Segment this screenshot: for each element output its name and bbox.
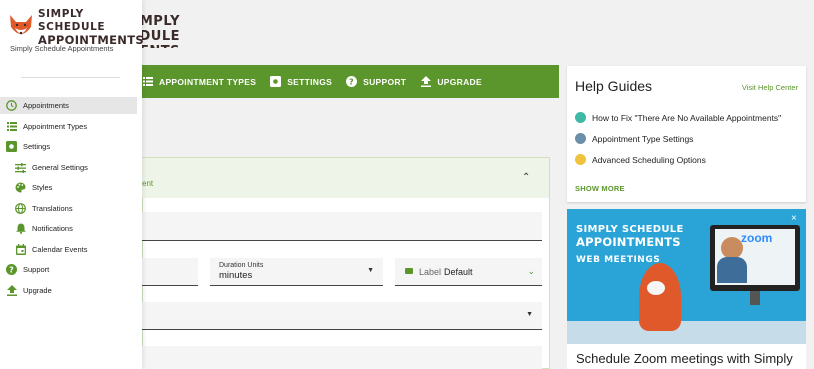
svg-text:?: ? <box>9 265 14 274</box>
nav-settings[interactable]: SETTINGS <box>264 65 340 98</box>
bell-icon <box>15 223 26 234</box>
label-field-value: Default <box>444 267 473 277</box>
guide-icon <box>575 112 586 123</box>
svg-text:?: ? <box>349 77 354 86</box>
sidebar-item-upgrade[interactable]: Upgrade <box>0 282 137 299</box>
visit-help-center-link[interactable]: Visit Help Center <box>742 83 798 92</box>
globe-icon <box>15 203 26 214</box>
sidebar-item-support[interactable]: ? Support <box>0 261 137 278</box>
nav-upgrade[interactable]: UPGRADE <box>414 65 490 98</box>
nav-appointment-types[interactable]: APPOINTMENT TYPES <box>142 65 264 98</box>
sidebar-item-label: Appointment Types <box>23 122 88 131</box>
list-icon <box>142 76 153 87</box>
top-navigation-bar: APPOINTMENT TYPES SETTINGS ? SUPPORT UPG… <box>142 65 559 98</box>
label-select[interactable]: Label Default ⌄ <box>395 258 542 286</box>
duration-units-label: Duration Units <box>219 262 264 269</box>
chevron-up-icon[interactable]: ⌃ <box>522 172 530 183</box>
panel-header-text: ent <box>142 179 154 188</box>
background-logo-fragment: SIMPLY SCHEDULEAPPOINTMENTS <box>142 14 180 48</box>
help-guide-item[interactable]: How to Fix "There Are No Available Appoi… <box>575 112 781 123</box>
person-head-illustration <box>721 237 743 259</box>
upload-icon <box>6 285 17 296</box>
settings-box-icon <box>270 76 282 87</box>
sidebar-divider <box>21 77 120 78</box>
help-guide-item[interactable]: Appointment Type Settings <box>575 133 693 144</box>
guide-icon <box>575 154 586 165</box>
sidebar-subtitle: Simply Schedule Appointments <box>10 44 114 53</box>
monitor-stand <box>750 291 760 305</box>
nav-support[interactable]: ? SUPPORT <box>340 65 414 98</box>
help-guide-label: How to Fix "There Are No Available Appoi… <box>592 112 782 123</box>
settings-box-icon <box>6 141 17 152</box>
sidebar-menu: SIMPLY SCHEDULE APPOINTMENTS Simply Sche… <box>0 0 144 369</box>
sidebar-item-label: Translations <box>32 204 73 213</box>
sliders-icon <box>15 162 26 173</box>
sidebar-item-notifications[interactable]: Notifications <box>0 220 137 237</box>
help-guides-title: Help Guides <box>575 78 653 94</box>
sidebar-item-label: Upgrade <box>23 286 52 295</box>
close-icon[interactable]: × <box>791 213 797 224</box>
text-field[interactable] <box>142 346 542 369</box>
calendar-icon <box>15 244 26 255</box>
text-field[interactable] <box>142 212 542 241</box>
promo-brand-line3: WEB MEETINGS <box>576 255 661 265</box>
palette-icon <box>15 182 26 193</box>
help-guide-item[interactable]: Advanced Scheduling Options <box>575 154 706 165</box>
help-guide-label: Appointment Type Settings <box>592 133 694 144</box>
label-field-label: Label <box>419 267 442 277</box>
clock-icon <box>6 100 17 111</box>
sidebar-brand: SIMPLY SCHEDULE APPOINTMENTS <box>38 8 144 47</box>
fox-mascot-illustration <box>639 263 681 331</box>
nav-label: SETTINGS <box>287 76 333 87</box>
sidebar-item-label: Calendar Events <box>32 245 88 254</box>
zoom-promo-card[interactable]: zoom SIMPLY SCHEDULE APPOINTMENTS WEB ME… <box>567 209 806 369</box>
help-guides-card: Help Guides Visit Help Center How to Fix… <box>567 66 806 202</box>
sidebar-item-general-settings[interactable]: General Settings <box>0 159 137 176</box>
help-circle-icon: ? <box>6 264 17 275</box>
sidebar-item-label: Settings <box>23 142 51 151</box>
label-tag-icon <box>405 268 413 274</box>
duration-units-value: minutes <box>219 270 253 281</box>
promo-headline[interactable]: Schedule Zoom meetings with Simply <box>576 351 793 366</box>
nav-label: APPOINTMENT TYPES <box>159 76 257 87</box>
guide-icon <box>575 133 586 144</box>
sidebar-logo[interactable]: SIMPLY SCHEDULE APPOINTMENTS <box>7 8 144 47</box>
fox-logo-icon <box>7 13 35 43</box>
fox-face <box>647 281 665 295</box>
upload-icon <box>420 76 431 87</box>
help-guide-label: Advanced Scheduling Options <box>592 154 706 165</box>
sidebar-item-label: Styles <box>32 183 53 192</box>
sidebar-brand-line1: SIMPLY SCHEDULE <box>38 8 106 33</box>
sidebar-item-translations[interactable]: Translations <box>0 200 137 217</box>
promo-brand-line2: APPOINTMENTS <box>576 235 681 249</box>
panel-header[interactable]: ent ⌃ <box>142 158 549 198</box>
sidebar-item-label: Notifications <box>32 224 73 233</box>
nav-label: SUPPORT <box>363 76 407 87</box>
sidebar-item-styles[interactable]: Styles <box>0 179 137 196</box>
zoom-logo-text: zoom <box>741 231 773 245</box>
person-body-illustration <box>717 257 747 283</box>
sidebar-item-appointments[interactable]: Appointments <box>0 97 137 114</box>
dropdown-arrow-icon: ▼ <box>526 311 533 318</box>
duration-units-select[interactable]: Duration Units minutes ▼ <box>210 258 383 286</box>
sidebar-item-label: Support <box>23 265 50 274</box>
dropdown-arrow-icon: ▼ <box>367 267 374 274</box>
promo-brand: SIMPLY SCHEDULE APPOINTMENTS WEB MEETING… <box>576 224 684 266</box>
sidebar-item-calendar-events[interactable]: Calendar Events <box>0 241 137 258</box>
duration-field[interactable] <box>142 258 198 286</box>
select-field[interactable]: ▼ <box>142 302 542 330</box>
sidebar-item-settings[interactable]: Settings <box>0 138 137 155</box>
show-more-link[interactable]: SHOW MORE <box>575 184 625 193</box>
sidebar-item-label: General Settings <box>32 163 88 172</box>
help-circle-icon: ? <box>346 76 358 87</box>
desk-illustration <box>567 321 806 344</box>
list-icon <box>6 121 17 132</box>
nav-label: UPGRADE <box>437 76 482 87</box>
sidebar-item-appointment-types[interactable]: Appointment Types <box>0 118 137 135</box>
sidebar-item-label: Appointments <box>23 101 69 110</box>
chevron-down-icon: ⌄ <box>527 266 535 276</box>
